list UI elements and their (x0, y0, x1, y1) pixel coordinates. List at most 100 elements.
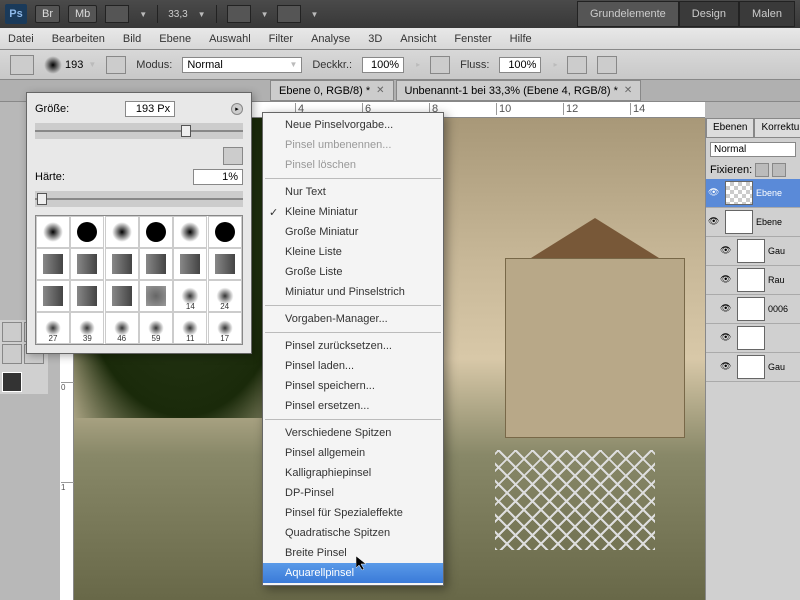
brush-preset-cell[interactable] (70, 248, 104, 280)
layer-row[interactable]: 👁 0006 (706, 295, 800, 324)
foreground-color-swatch[interactable] (2, 372, 22, 392)
workspace-tab[interactable]: Malen (739, 1, 795, 27)
size-slider[interactable] (35, 123, 243, 139)
menu-analysis[interactable]: Analyse (311, 33, 350, 45)
layer-row[interactable]: 👁 Ebene (706, 179, 800, 208)
layer-name[interactable]: Gau (768, 246, 785, 256)
opacity-input[interactable]: 100% (362, 57, 404, 73)
menu-filter[interactable]: Filter (269, 33, 293, 45)
adjustments-tab[interactable]: Korrektu (754, 118, 800, 138)
layer-name[interactable]: 0006 (768, 304, 788, 314)
layer-thumbnail[interactable] (737, 268, 765, 292)
menu-3d[interactable]: 3D (368, 33, 382, 45)
visibility-eye-icon[interactable]: 👁 (720, 274, 734, 286)
brush-panel-toggle-icon[interactable] (106, 56, 126, 74)
context-menu-item[interactable]: Pinsel ersetzen... (263, 396, 443, 416)
layer-row[interactable]: 👁Gau (706, 353, 800, 382)
arrange-docs-icon[interactable] (227, 5, 251, 23)
brush-preset-cell[interactable] (208, 248, 242, 280)
lock-pixels-icon[interactable] (772, 163, 786, 177)
layer-name[interactable]: Gau (768, 362, 785, 372)
hardness-value[interactable]: 1% (193, 169, 243, 185)
menu-help[interactable]: Hilfe (510, 33, 532, 45)
context-menu-item[interactable]: Vorgaben-Manager... (263, 309, 443, 329)
tool-preset-icon[interactable] (10, 55, 34, 75)
context-menu-item[interactable]: Kalligraphiepinsel (263, 463, 443, 483)
visibility-eye-icon[interactable]: 👁 (720, 245, 734, 257)
panel-flyout-icon[interactable]: ▸ (231, 103, 243, 115)
brush-preset-picker[interactable]: 193 ▼ (44, 56, 96, 74)
visibility-eye-icon[interactable]: 👁 (708, 187, 722, 199)
brush-preset-cell[interactable]: 24 (208, 280, 242, 312)
layer-row[interactable]: 👁 Ebene (706, 208, 800, 237)
layer-thumbnail[interactable] (725, 181, 753, 205)
layer-thumbnail[interactable] (737, 355, 765, 379)
lock-transparency-icon[interactable] (755, 163, 769, 177)
menu-select[interactable]: Auswahl (209, 33, 251, 45)
brush-preset-cell[interactable] (105, 248, 139, 280)
visibility-eye-icon[interactable]: 👁 (720, 303, 734, 315)
size-value[interactable]: 193 Px (125, 101, 175, 117)
brush-preset-cell[interactable]: 17 (208, 312, 242, 344)
document-tab[interactable]: Unbenannt-1 bei 33,3% (Ebene 4, RGB/8) *… (396, 80, 642, 101)
close-icon[interactable]: ✕ (624, 85, 632, 96)
flyout-icon[interactable]: ▸ (416, 60, 420, 69)
tablet-pressure-icon[interactable] (597, 56, 617, 74)
context-menu-item[interactable]: Kleine Miniatur (263, 202, 443, 222)
brush-preset-cell[interactable] (208, 216, 242, 248)
context-menu-item[interactable]: DP-Pinsel (263, 483, 443, 503)
layer-name[interactable]: Rau (768, 275, 785, 285)
context-menu-item[interactable]: Pinsel laden... (263, 356, 443, 376)
close-icon[interactable]: ✕ (376, 85, 384, 96)
context-menu-item[interactable]: Nur Text (263, 182, 443, 202)
layers-tab[interactable]: Ebenen (706, 118, 754, 138)
visibility-eye-icon[interactable]: 👁 (708, 216, 722, 228)
document-tab[interactable]: Ebene 0, RGB/8) * ✕ (270, 80, 394, 101)
airbrush-icon[interactable] (567, 56, 587, 74)
menu-window[interactable]: Fenster (454, 33, 491, 45)
context-menu-item[interactable]: Verschiedene Spitzen (263, 423, 443, 443)
layer-row[interactable]: 👁 Rau (706, 266, 800, 295)
brush-preset-cell[interactable]: 46 (105, 312, 139, 344)
layer-row[interactable]: 👁 Gau (706, 237, 800, 266)
flow-input[interactable]: 100% (499, 57, 541, 73)
screen-mode-icon[interactable] (277, 5, 301, 23)
layer-name[interactable]: Ebene (756, 217, 782, 227)
chevron-down-icon[interactable]: ▼ (198, 10, 206, 19)
brush-preset-cell[interactable] (139, 248, 173, 280)
menu-layer[interactable]: Ebene (159, 33, 191, 45)
context-menu-item[interactable]: Kleine Liste (263, 242, 443, 262)
context-menu-item[interactable]: Neue Pinselvorgabe... (263, 115, 443, 135)
brush-preset-cell[interactable] (70, 216, 104, 248)
menu-image[interactable]: Bild (123, 33, 141, 45)
slider-thumb[interactable] (37, 193, 47, 205)
context-menu-item[interactable]: Pinsel für Spezialeffekte (263, 503, 443, 523)
context-menu-item[interactable]: Quadratische Spitzen (263, 523, 443, 543)
zoom-display[interactable]: 33,3 (168, 9, 187, 20)
brush-preset-cell[interactable]: 27 (36, 312, 70, 344)
minibridge-button[interactable]: Mb (68, 5, 97, 23)
context-menu-item[interactable]: Pinsel allgemein (263, 443, 443, 463)
blend-mode-select[interactable]: Normal (710, 142, 796, 157)
context-menu-item[interactable]: Große Miniatur (263, 222, 443, 242)
lasso-tool-icon[interactable] (2, 322, 22, 342)
brush-preset-cell[interactable] (139, 280, 173, 312)
opacity-pressure-icon[interactable] (430, 56, 450, 74)
view-extras-icon[interactable] (105, 5, 129, 23)
layer-name[interactable]: Ebene (756, 188, 782, 198)
brush-preset-cell[interactable] (173, 248, 207, 280)
brush-preset-cell[interactable] (36, 248, 70, 280)
context-menu-item[interactable]: Pinsel zurücksetzen... (263, 336, 443, 356)
brush-preset-cell[interactable] (173, 216, 207, 248)
brush-preset-cell[interactable] (70, 280, 104, 312)
blend-mode-select[interactable]: Normal ▼ (182, 57, 302, 73)
visibility-eye-icon[interactable]: 👁 (720, 332, 734, 344)
menu-edit[interactable]: Bearbeiten (52, 33, 105, 45)
context-menu-item[interactable]: Pinsel speichern... (263, 376, 443, 396)
brush-preset-cell[interactable] (105, 216, 139, 248)
layer-thumbnail[interactable] (725, 210, 753, 234)
menu-file[interactable]: Datei (8, 33, 34, 45)
bridge-button[interactable]: Br (35, 5, 60, 23)
context-menu-item[interactable]: Breite Pinsel (263, 543, 443, 563)
layer-thumbnail[interactable] (737, 297, 765, 321)
